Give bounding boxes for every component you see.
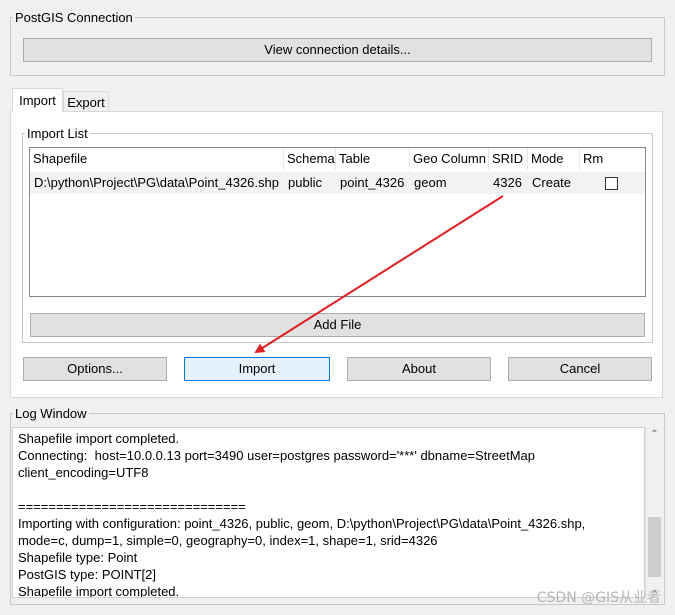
- add-file-button[interactable]: Add File: [30, 313, 645, 337]
- column-header-mode[interactable]: Mode: [528, 148, 580, 170]
- column-header-schema[interactable]: Schema: [284, 148, 336, 170]
- log-line: Shapefile type: Point: [18, 550, 138, 565]
- table-row[interactable]: D:\python\Project\PG\data\Point_4326.shp…: [30, 172, 645, 194]
- log-line: Importing with configuration: point_4326…: [18, 516, 586, 531]
- log-line: Connecting: host=10.0.0.13 port=3490 use…: [18, 448, 535, 463]
- watermark: CSDN @GIS从业者: [536, 590, 661, 606]
- import-table[interactable]: Shapefile Schema Table Geo Column SRID M…: [29, 147, 646, 297]
- import-list-title: Import List: [27, 126, 88, 141]
- import-button[interactable]: Import: [184, 357, 330, 381]
- cell-srid[interactable]: 4326: [489, 172, 528, 194]
- column-header-srid[interactable]: SRID: [489, 148, 528, 170]
- cell-mode[interactable]: Create: [528, 172, 580, 194]
- log-scrollbar[interactable]: ⌃ ⌄: [645, 427, 663, 598]
- tab-import[interactable]: Import: [12, 88, 63, 112]
- log-output[interactable]: Shapefile import completed. Connecting: …: [12, 427, 645, 598]
- cell-schema[interactable]: public: [284, 172, 336, 194]
- column-header-rm[interactable]: Rm: [580, 148, 645, 170]
- column-header-shapefile[interactable]: Shapefile: [30, 148, 284, 170]
- scroll-up-icon[interactable]: ⌃: [649, 429, 660, 441]
- cell-geo-column[interactable]: geom: [410, 172, 489, 194]
- tab-export[interactable]: Export: [63, 91, 109, 112]
- postgis-connection-title: PostGIS Connection: [15, 10, 133, 25]
- log-line: PostGIS type: POINT[2]: [18, 567, 156, 582]
- cell-shapefile[interactable]: D:\python\Project\PG\data\Point_4326.shp: [30, 172, 284, 194]
- log-line: mode=c, dump=1, simple=0, geography=0, i…: [18, 533, 438, 548]
- about-button[interactable]: About: [347, 357, 491, 381]
- cancel-button[interactable]: Cancel: [508, 357, 652, 381]
- view-connection-details-button[interactable]: View connection details...: [23, 38, 652, 62]
- rm-checkbox[interactable]: [605, 177, 618, 190]
- options-button[interactable]: Options...: [23, 357, 167, 381]
- column-header-geo-column[interactable]: Geo Column: [410, 148, 489, 170]
- log-line: ==============================: [18, 499, 246, 514]
- log-line: ​: [18, 481, 639, 498]
- log-window-title: Log Window: [15, 406, 87, 421]
- log-line: client_encoding=UTF8: [18, 465, 149, 480]
- scroll-thumb[interactable]: [648, 517, 661, 577]
- cell-table[interactable]: point_4326: [336, 172, 410, 194]
- table-header: Shapefile Schema Table Geo Column SRID M…: [30, 148, 645, 170]
- log-line: Shapefile import completed.: [18, 431, 180, 446]
- column-header-table[interactable]: Table: [336, 148, 410, 170]
